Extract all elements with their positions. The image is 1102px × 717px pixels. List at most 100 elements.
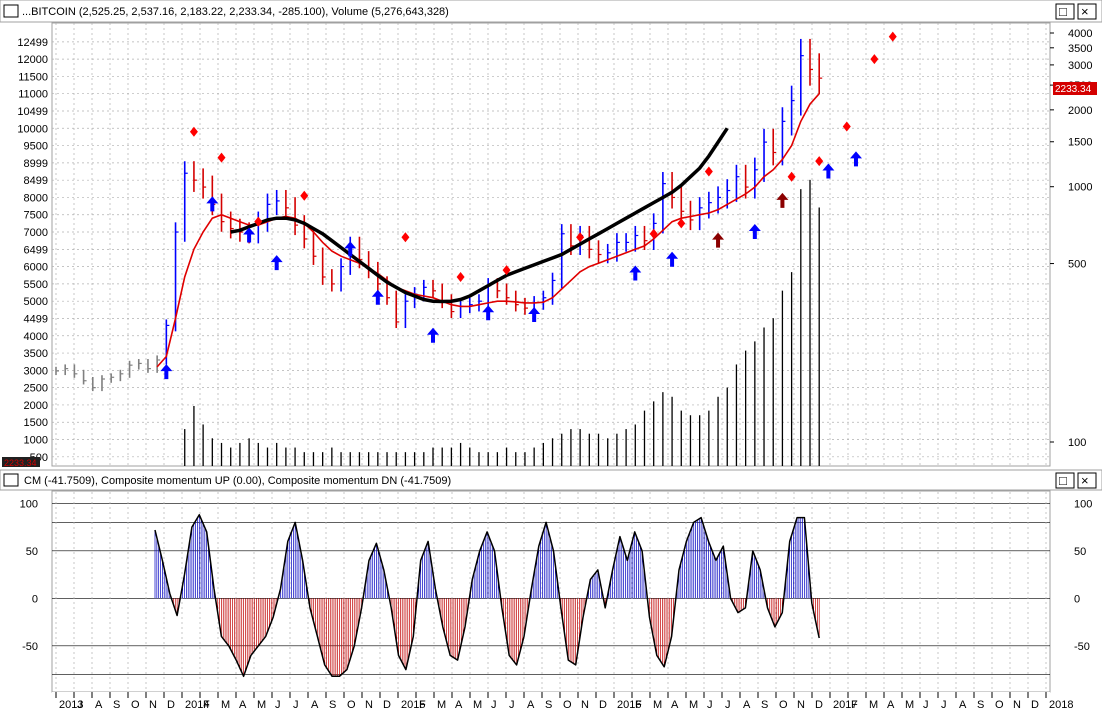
chart-canvas: ...BITCOIN (2,525.25, 2,537.16, 2,183.22…: [0, 0, 1102, 712]
time-tick-label: S: [761, 699, 768, 711]
time-tick-label: M: [473, 699, 482, 711]
time-tick-label: J: [293, 699, 299, 711]
time-tick-label: J: [941, 699, 947, 711]
left-tick-label: 10000: [17, 123, 48, 135]
left-tick-label: 6499: [24, 244, 48, 256]
left-corner-label: 2233.34: [4, 458, 37, 468]
left-tick-label: 2000: [24, 400, 48, 412]
time-tick-label: F: [851, 699, 858, 711]
left-tick-label: 7000: [24, 227, 48, 239]
left-tick-label: 3500: [24, 348, 48, 360]
cm-panel-title: CM (-41.7509), Composite momentum UP (0.…: [24, 475, 451, 487]
cm-close-icon: ×: [1081, 473, 1089, 488]
time-tick-label: A: [959, 699, 967, 711]
time-tick-label: J: [707, 699, 713, 711]
cm-right-tick-label: 100: [1074, 498, 1092, 510]
time-tick-label: A: [239, 699, 247, 711]
time-tick-label: O: [995, 699, 1004, 711]
time-tick-label: O: [563, 699, 572, 711]
left-tick-label: 11000: [18, 89, 48, 101]
time-tick-label: A: [311, 699, 319, 711]
time-tick-label: D: [167, 699, 175, 711]
time-tick-label: D: [383, 699, 391, 711]
left-tick-label: 8000: [24, 192, 48, 204]
left-tick-label: 2500: [24, 383, 48, 395]
time-tick-label: A: [95, 699, 103, 711]
time-tick-label: D: [599, 699, 607, 711]
cm-left-tick-label: -50: [22, 641, 38, 653]
left-tick-label: 6000: [24, 262, 48, 274]
time-tick-label: S: [113, 699, 120, 711]
left-tick-label: 7500: [24, 210, 48, 222]
time-tick-label: 2018: [1049, 699, 1073, 711]
cm-window-menu-icon[interactable]: [3, 473, 19, 487]
time-tick-label: A: [455, 699, 463, 711]
time-tick-label: M: [689, 699, 698, 711]
price-left-axis: 5001000150020002500300035004000449950005…: [17, 37, 48, 464]
left-tick-label: 1500: [24, 417, 48, 429]
right-tick-label: 4000: [1068, 28, 1092, 40]
right-tick-label: 3000: [1068, 60, 1092, 72]
time-tick-label: N: [365, 699, 373, 711]
time-tick-label: M: [653, 699, 662, 711]
time-tick-label: M: [869, 699, 878, 711]
time-tick-label: D: [1031, 699, 1039, 711]
left-tick-label: 12000: [17, 54, 48, 66]
time-tick-label: S: [977, 699, 984, 711]
left-tick-label: 5500: [24, 279, 48, 291]
time-tick-label: O: [131, 699, 140, 711]
right-tick-label: 2000: [1068, 105, 1092, 117]
right-tick-label: 100: [1068, 437, 1086, 449]
time-tick-label: N: [581, 699, 589, 711]
close-icon: ×: [1081, 4, 1089, 19]
time-tick-label: M: [905, 699, 914, 711]
price-panel-title: ...BITCOIN (2,525.25, 2,537.16, 2,183.22…: [22, 6, 449, 18]
left-tick-label: 8499: [24, 175, 48, 187]
time-tick-label: J: [509, 699, 515, 711]
left-tick-label: 9500: [24, 141, 48, 153]
time-tick-label: F: [203, 699, 210, 711]
left-tick-label: 4499: [24, 314, 48, 326]
left-tick-label: 5000: [24, 296, 48, 308]
left-tick-label: 8999: [24, 158, 48, 170]
window-menu-icon[interactable]: [3, 4, 19, 18]
right-tick-label: 1500: [1068, 137, 1092, 149]
price-panel-frame: [51, 22, 1051, 467]
left-tick-label: 11500: [18, 71, 48, 83]
time-tick-label: N: [1013, 699, 1021, 711]
right-tick-label: 500: [1068, 259, 1086, 271]
time-tick-label: O: [779, 699, 788, 711]
cm-right-tick-label: -50: [1074, 641, 1090, 653]
time-tick-label: J: [923, 699, 929, 711]
cm-right-tick-label: 0: [1074, 593, 1080, 605]
time-tick-label: J: [491, 699, 497, 711]
time-tick-label: D: [815, 699, 823, 711]
time-tick-label: A: [671, 699, 679, 711]
time-tick-label: J: [77, 699, 83, 711]
time-tick-label: S: [545, 699, 552, 711]
cm-right-tick-label: 50: [1074, 546, 1086, 558]
time-tick-label: J: [275, 699, 281, 711]
right-tick-label: 1000: [1068, 182, 1092, 194]
time-tick-label: S: [329, 699, 336, 711]
cm-left-tick-label: 50: [26, 546, 38, 558]
time-tick-label: N: [149, 699, 157, 711]
left-tick-label: 3000: [24, 365, 48, 377]
time-tick-label: M: [437, 699, 446, 711]
time-tick-label: A: [743, 699, 751, 711]
cm-left-tick-label: 0: [32, 593, 38, 605]
time-tick-label: A: [527, 699, 535, 711]
time-tick-label: F: [419, 699, 426, 711]
left-tick-label: 10499: [17, 106, 48, 118]
time-tick-label: A: [887, 699, 895, 711]
time-tick-label: M: [221, 699, 230, 711]
maximize-icon: □: [1059, 4, 1067, 19]
cm-maximize-icon: □: [1059, 473, 1067, 488]
time-tick-label: O: [347, 699, 356, 711]
left-tick-label: 4000: [24, 331, 48, 343]
time-tick-label: M: [257, 699, 266, 711]
right-tick-label: 3500: [1068, 43, 1092, 55]
time-tick-label: J: [725, 699, 731, 711]
left-tick-label: 12499: [17, 37, 48, 49]
last-price-label: 2233.34: [1055, 84, 1092, 95]
